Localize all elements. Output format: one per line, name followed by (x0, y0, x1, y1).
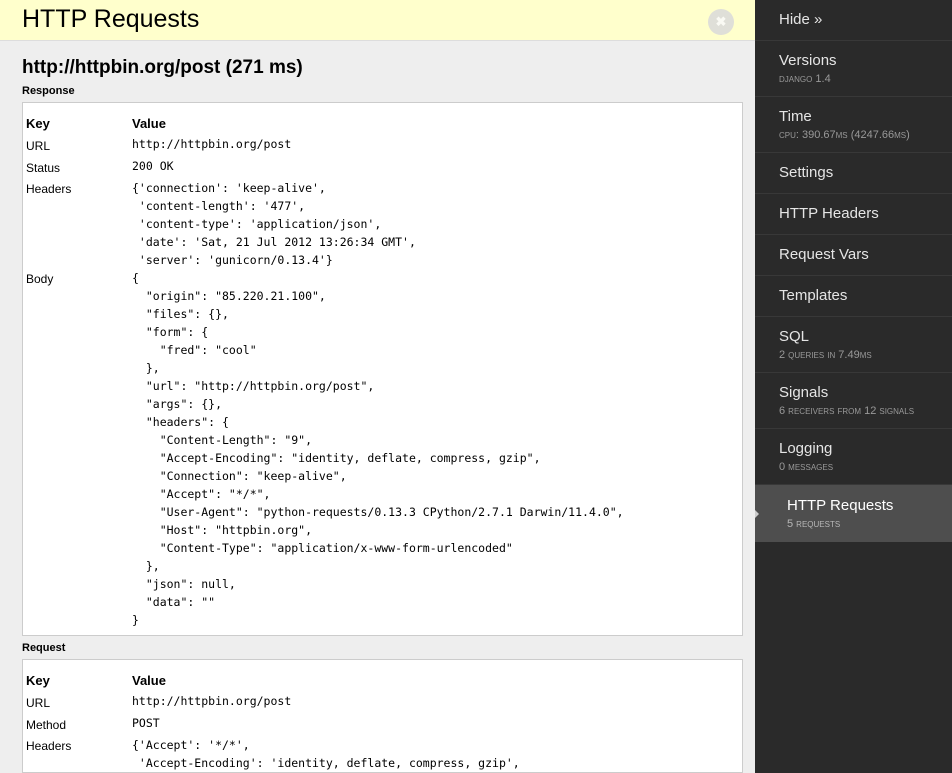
response-section-label: Response (22, 85, 75, 97)
table-row: Status 200 OK (23, 157, 742, 179)
sidebar-item-label: HTTP Headers (779, 205, 879, 222)
sidebar-item-label: Time (779, 108, 812, 125)
active-panel-arrow-icon (755, 500, 759, 527)
sidebar-item-hide[interactable]: Hide » (755, 0, 952, 41)
table-header-row: Key Value (23, 663, 742, 692)
sidebar-item-subtitle: CPU: 390.67ms (4247.66ms) (779, 129, 910, 141)
row-value-url: http://httpbin.org/post (132, 137, 292, 151)
table-row: Method POST (23, 714, 742, 736)
request-section-label: Request (22, 642, 66, 654)
panel-body: http://httpbin.org/post (271 ms) Respons… (0, 41, 755, 773)
row-key-status: Status (26, 161, 61, 175)
row-key-headers: Headers (26, 739, 72, 753)
table-row: URL http://httpbin.org/post (23, 135, 742, 157)
sidebar-item-request-vars[interactable]: Request Vars (755, 235, 952, 276)
sidebar-item-label: HTTP Requests (787, 497, 894, 514)
sidebar-item-sql[interactable]: SQL 2 queries in 7.49ms (755, 317, 952, 373)
sidebar-item-settings[interactable]: Settings (755, 153, 952, 194)
page-title: HTTP Requests (22, 5, 200, 33)
row-key-headers: Headers (26, 182, 72, 196)
column-header-key: Key (26, 673, 50, 688)
row-key-url: URL (26, 139, 51, 153)
request-heading: http://httpbin.org/post (271 ms) (22, 57, 303, 78)
sidebar-item-subtitle: 2 queries in 7.49ms (779, 349, 872, 361)
sidebar-item-label: Templates (779, 287, 848, 304)
row-value-body: { "origin": "85.220.21.100", "files": {}… (132, 271, 624, 627)
sidebar-item-label: Request Vars (779, 246, 869, 263)
sidebar-item-subtitle: 0 messages (779, 461, 834, 473)
table-row: Headers {'Accept': '*/*', 'Accept-Encodi… (23, 736, 742, 772)
sidebar-item-label: Settings (779, 164, 834, 181)
row-value-url: http://httpbin.org/post (132, 694, 292, 708)
row-value-headers: {'connection': 'keep-alive', 'content-le… (132, 181, 416, 267)
response-table: Key Value URL http://httpbin.org/post St… (22, 102, 743, 636)
row-value-status: 200 OK (132, 159, 174, 173)
sidebar-item-signals[interactable]: Signals 6 receivers from 12 signals (755, 373, 952, 429)
sidebar-item-templates[interactable]: Templates (755, 276, 952, 317)
table-row: URL http://httpbin.org/post (23, 692, 742, 714)
sidebar-item-label: Logging (779, 440, 833, 457)
sidebar-item-http-requests[interactable]: HTTP Requests 5 requests (755, 485, 952, 542)
sidebar-item-label: Signals (779, 384, 829, 401)
sidebar-item-subtitle: Django 1.4 (779, 73, 831, 85)
column-header-value: Value (132, 673, 166, 688)
row-value-method: POST (132, 716, 160, 730)
sidebar-item-time[interactable]: Time CPU: 390.67ms (4247.66ms) (755, 97, 952, 153)
sidebar-item-subtitle: 6 receivers from 12 signals (779, 405, 915, 417)
panel-header: HTTP Requests ✖ (0, 0, 755, 41)
column-header-key: Key (26, 116, 50, 131)
table-row: Headers {'connection': 'keep-alive', 'co… (23, 179, 742, 269)
sidebar-item-label: SQL (779, 328, 810, 345)
sidebar-item-logging[interactable]: Logging 0 messages (755, 429, 952, 485)
debug-toolbar-sidebar: Hide » Versions Django 1.4 Time CPU: 390.67… (755, 0, 952, 773)
sidebar-item-list: Versions Django 1.4 Time CPU: 390.67ms (424… (755, 41, 952, 542)
close-icon: ✖ (715, 14, 727, 29)
row-key-method: Method (26, 718, 67, 732)
row-key-body: Body (26, 272, 54, 286)
row-value-headers: {'Accept': '*/*', 'Accept-Encoding': 'id… (132, 738, 520, 770)
sidebar-item-label: Hide » (779, 11, 823, 28)
row-key-url: URL (26, 696, 51, 710)
column-header-value: Value (132, 116, 166, 131)
request-table: Key Value URL http://httpbin.org/post Me… (22, 659, 743, 773)
debug-panel: HTTP Requests ✖ http://httpbin.org/post … (0, 0, 755, 773)
table-row: Body { "origin": "85.220.21.100", "files… (23, 269, 742, 629)
sidebar-item-subtitle: 5 requests (787, 518, 841, 530)
sidebar-item-label: Versions (779, 52, 837, 69)
table-header-row: Key Value (23, 106, 742, 135)
sidebar-item-http-headers[interactable]: HTTP Headers (755, 194, 952, 235)
sidebar-item-versions[interactable]: Versions Django 1.4 (755, 41, 952, 97)
close-button[interactable]: ✖ (708, 9, 734, 35)
